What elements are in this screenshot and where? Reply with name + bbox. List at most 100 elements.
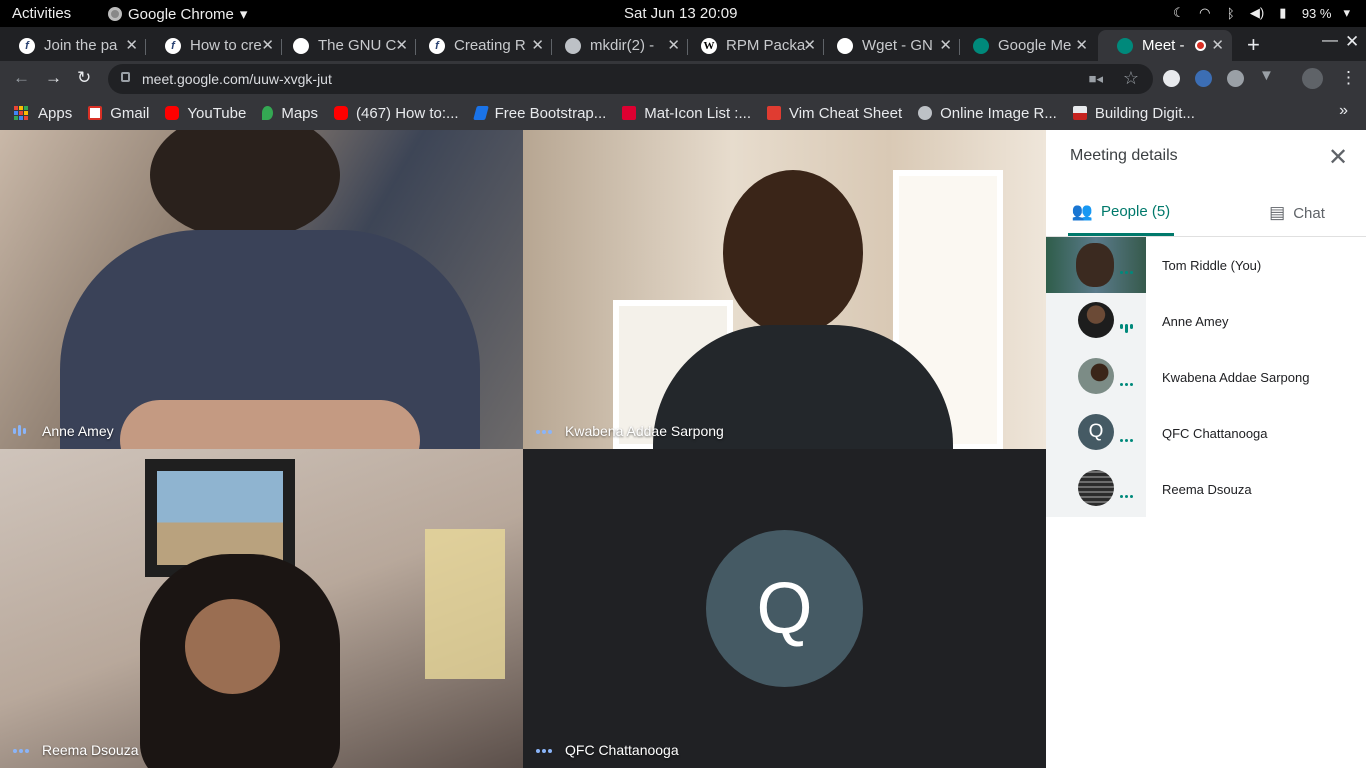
browser-tab[interactable]: f How to cre ✕ [146, 30, 282, 61]
more-bookmarks-icon[interactable]: » [1339, 102, 1348, 120]
close-icon[interactable]: ✕ [395, 36, 408, 54]
participant-video [120, 400, 420, 449]
close-icon[interactable]: ✕ [261, 36, 274, 54]
bookmark-apps[interactable]: Apps [14, 105, 72, 122]
more-options-icon[interactable] [536, 430, 552, 434]
bootstrap-icon [472, 106, 489, 120]
participant-row[interactable]: Kwabena Addae Sarpong [1046, 349, 1366, 405]
battery-percent: 93 % [1301, 5, 1332, 21]
bookmark-youtube[interactable]: YouTube [165, 105, 246, 122]
video-tile[interactable]: Kwabena Addae Sarpong [523, 130, 1046, 449]
bookmark-online-image[interactable]: Online Image R... [918, 105, 1057, 122]
more-options-icon[interactable] [13, 749, 29, 753]
bookmark-maps[interactable]: Maps [262, 105, 318, 122]
bookmark-mat-icon[interactable]: Mat-Icon List :... [622, 105, 751, 122]
participant-video [157, 471, 283, 565]
gmail-icon [88, 106, 103, 120]
extension-icon[interactable] [1163, 70, 1180, 87]
angular-icon [622, 106, 637, 120]
participant-row[interactable]: Q QFC Chattanooga [1046, 405, 1366, 461]
chevron-down-icon: ▾ [1343, 5, 1350, 20]
speaking-indicator-icon [1120, 324, 1133, 333]
bookmark-bootstrap[interactable]: Free Bootstrap... [472, 105, 606, 122]
participant-row[interactable]: Tom Riddle (You) [1046, 237, 1366, 293]
close-icon[interactable]: ✕ [531, 36, 544, 54]
tab-people[interactable]: 👥 People (5) [1068, 190, 1174, 236]
bookmark-youtube-video[interactable]: (467) How to:... [334, 105, 459, 122]
speaking-indicator-icon [13, 425, 26, 436]
panel-title: Meeting details [1070, 147, 1178, 164]
url-text[interactable]: meet.google.com/uuw-xvgk-jut [142, 71, 332, 87]
globe-icon [918, 106, 933, 120]
bookmark-building-digital[interactable]: Building Digit... [1072, 105, 1195, 122]
video-tile[interactable]: Q QFC Chattanooga [523, 449, 1046, 768]
browser-tab[interactable]: f Join the pa ✕ [0, 30, 146, 61]
forward-button[interactable]: → [45, 68, 62, 88]
chevron-down-icon: ▾ [239, 6, 248, 23]
participant-name: Anne Amey [42, 423, 114, 439]
close-icon[interactable]: ✕ [1211, 36, 1224, 54]
back-button[interactable]: ← [13, 68, 30, 88]
more-options-icon[interactable] [1120, 271, 1133, 274]
system-tray[interactable]: ☾ ◠ ᛒ ◀) ▮ 93 % ▾ [1172, 5, 1350, 21]
reload-button[interactable]: ↻ [77, 68, 91, 88]
menu-kebab-icon[interactable]: ⋮ [1340, 68, 1357, 88]
bookmark-label: (467) How to:... [356, 104, 459, 122]
video-tile[interactable]: Reema Dsouza [0, 449, 523, 768]
fedora-icon: f [429, 37, 445, 54]
bookmark-label: YouTube [187, 104, 247, 122]
tab-title: Meet - [1142, 37, 1185, 54]
browser-tab-active[interactable]: Meet - ✕ [1098, 30, 1232, 61]
more-options-icon[interactable] [536, 749, 552, 753]
meeting-details-panel: Meeting details ✕ 👥 People (5) ▤ Chat To… [1046, 130, 1366, 768]
window-close-button[interactable]: ✕ [1345, 32, 1359, 52]
more-options-icon[interactable] [1120, 439, 1133, 442]
close-icon[interactable]: ✕ [125, 36, 138, 54]
close-icon[interactable]: ✕ [1075, 36, 1088, 54]
video-grid: Anne Amey Kwabena Addae Sarpong Reema Ds… [0, 130, 1046, 768]
more-options-icon[interactable] [1120, 495, 1133, 498]
browser-tab[interactable]: The GNU C ✕ [274, 30, 416, 61]
camera-icon[interactable]: ■◂ [1089, 71, 1103, 87]
bookmark-gmail[interactable]: Gmail [88, 105, 149, 122]
minimize-button[interactable]: — [1322, 32, 1338, 50]
browser-tab[interactable]: mkdir(2) - ✕ [546, 30, 688, 61]
youtube-icon [334, 106, 349, 120]
browser-tab[interactable]: Google Me ✕ [954, 30, 1096, 61]
close-icon[interactable]: ✕ [1328, 143, 1348, 172]
app-menu-label: Google Chrome [128, 5, 234, 23]
bookmark-vim[interactable]: Vim Cheat Sheet [766, 105, 902, 122]
extension-icon[interactable] [1227, 70, 1244, 87]
app-menu[interactable]: Google Chrome ▾ [108, 5, 247, 23]
bookmark-label: Online Image R... [940, 104, 1057, 122]
battery-icon: ▮ [1279, 5, 1287, 20]
address-bar[interactable]: meet.google.com/uuw-xvgk-jut ■◂ ☆ [108, 64, 1153, 94]
new-tab-button[interactable]: + [1247, 32, 1260, 58]
globe-icon [565, 37, 581, 54]
more-options-icon[interactable] [1120, 383, 1133, 386]
apps-grid-icon [14, 106, 28, 120]
wifi-icon: ◠ [1199, 5, 1211, 20]
close-icon[interactable]: ✕ [939, 36, 952, 54]
browser-tab[interactable]: W RPM Packa ✕ [682, 30, 824, 61]
clock[interactable]: Sat Jun 13 20:09 [624, 5, 737, 22]
participant-video [425, 529, 505, 679]
video-tile[interactable]: Anne Amey [0, 130, 523, 449]
tab-chat[interactable]: ▤ Chat [1242, 190, 1352, 236]
avatar: Q [1046, 405, 1146, 461]
participant-name: Kwabena Addae Sarpong [1162, 370, 1310, 385]
profile-avatar[interactable] [1302, 68, 1323, 89]
close-icon[interactable]: ✕ [803, 36, 816, 54]
vue-extension-icon[interactable]: ▼ [1259, 67, 1276, 84]
bluetooth-icon: ᛒ [1226, 5, 1235, 21]
activities-button[interactable]: Activities [12, 5, 71, 22]
browser-tab[interactable]: Wget - GN ✕ [818, 30, 960, 61]
fedora-extension-icon[interactable] [1195, 70, 1212, 87]
participant-video [150, 130, 340, 240]
browser-tab[interactable]: f Creating R ✕ [410, 30, 552, 61]
bookmark-star-icon[interactable]: ☆ [1123, 68, 1139, 89]
participant-row[interactable]: Anne Amey [1046, 293, 1366, 349]
participant-name: QFC Chattanooga [1162, 426, 1268, 441]
close-icon[interactable]: ✕ [667, 36, 680, 54]
participant-row[interactable]: Reema Dsouza [1046, 461, 1366, 517]
